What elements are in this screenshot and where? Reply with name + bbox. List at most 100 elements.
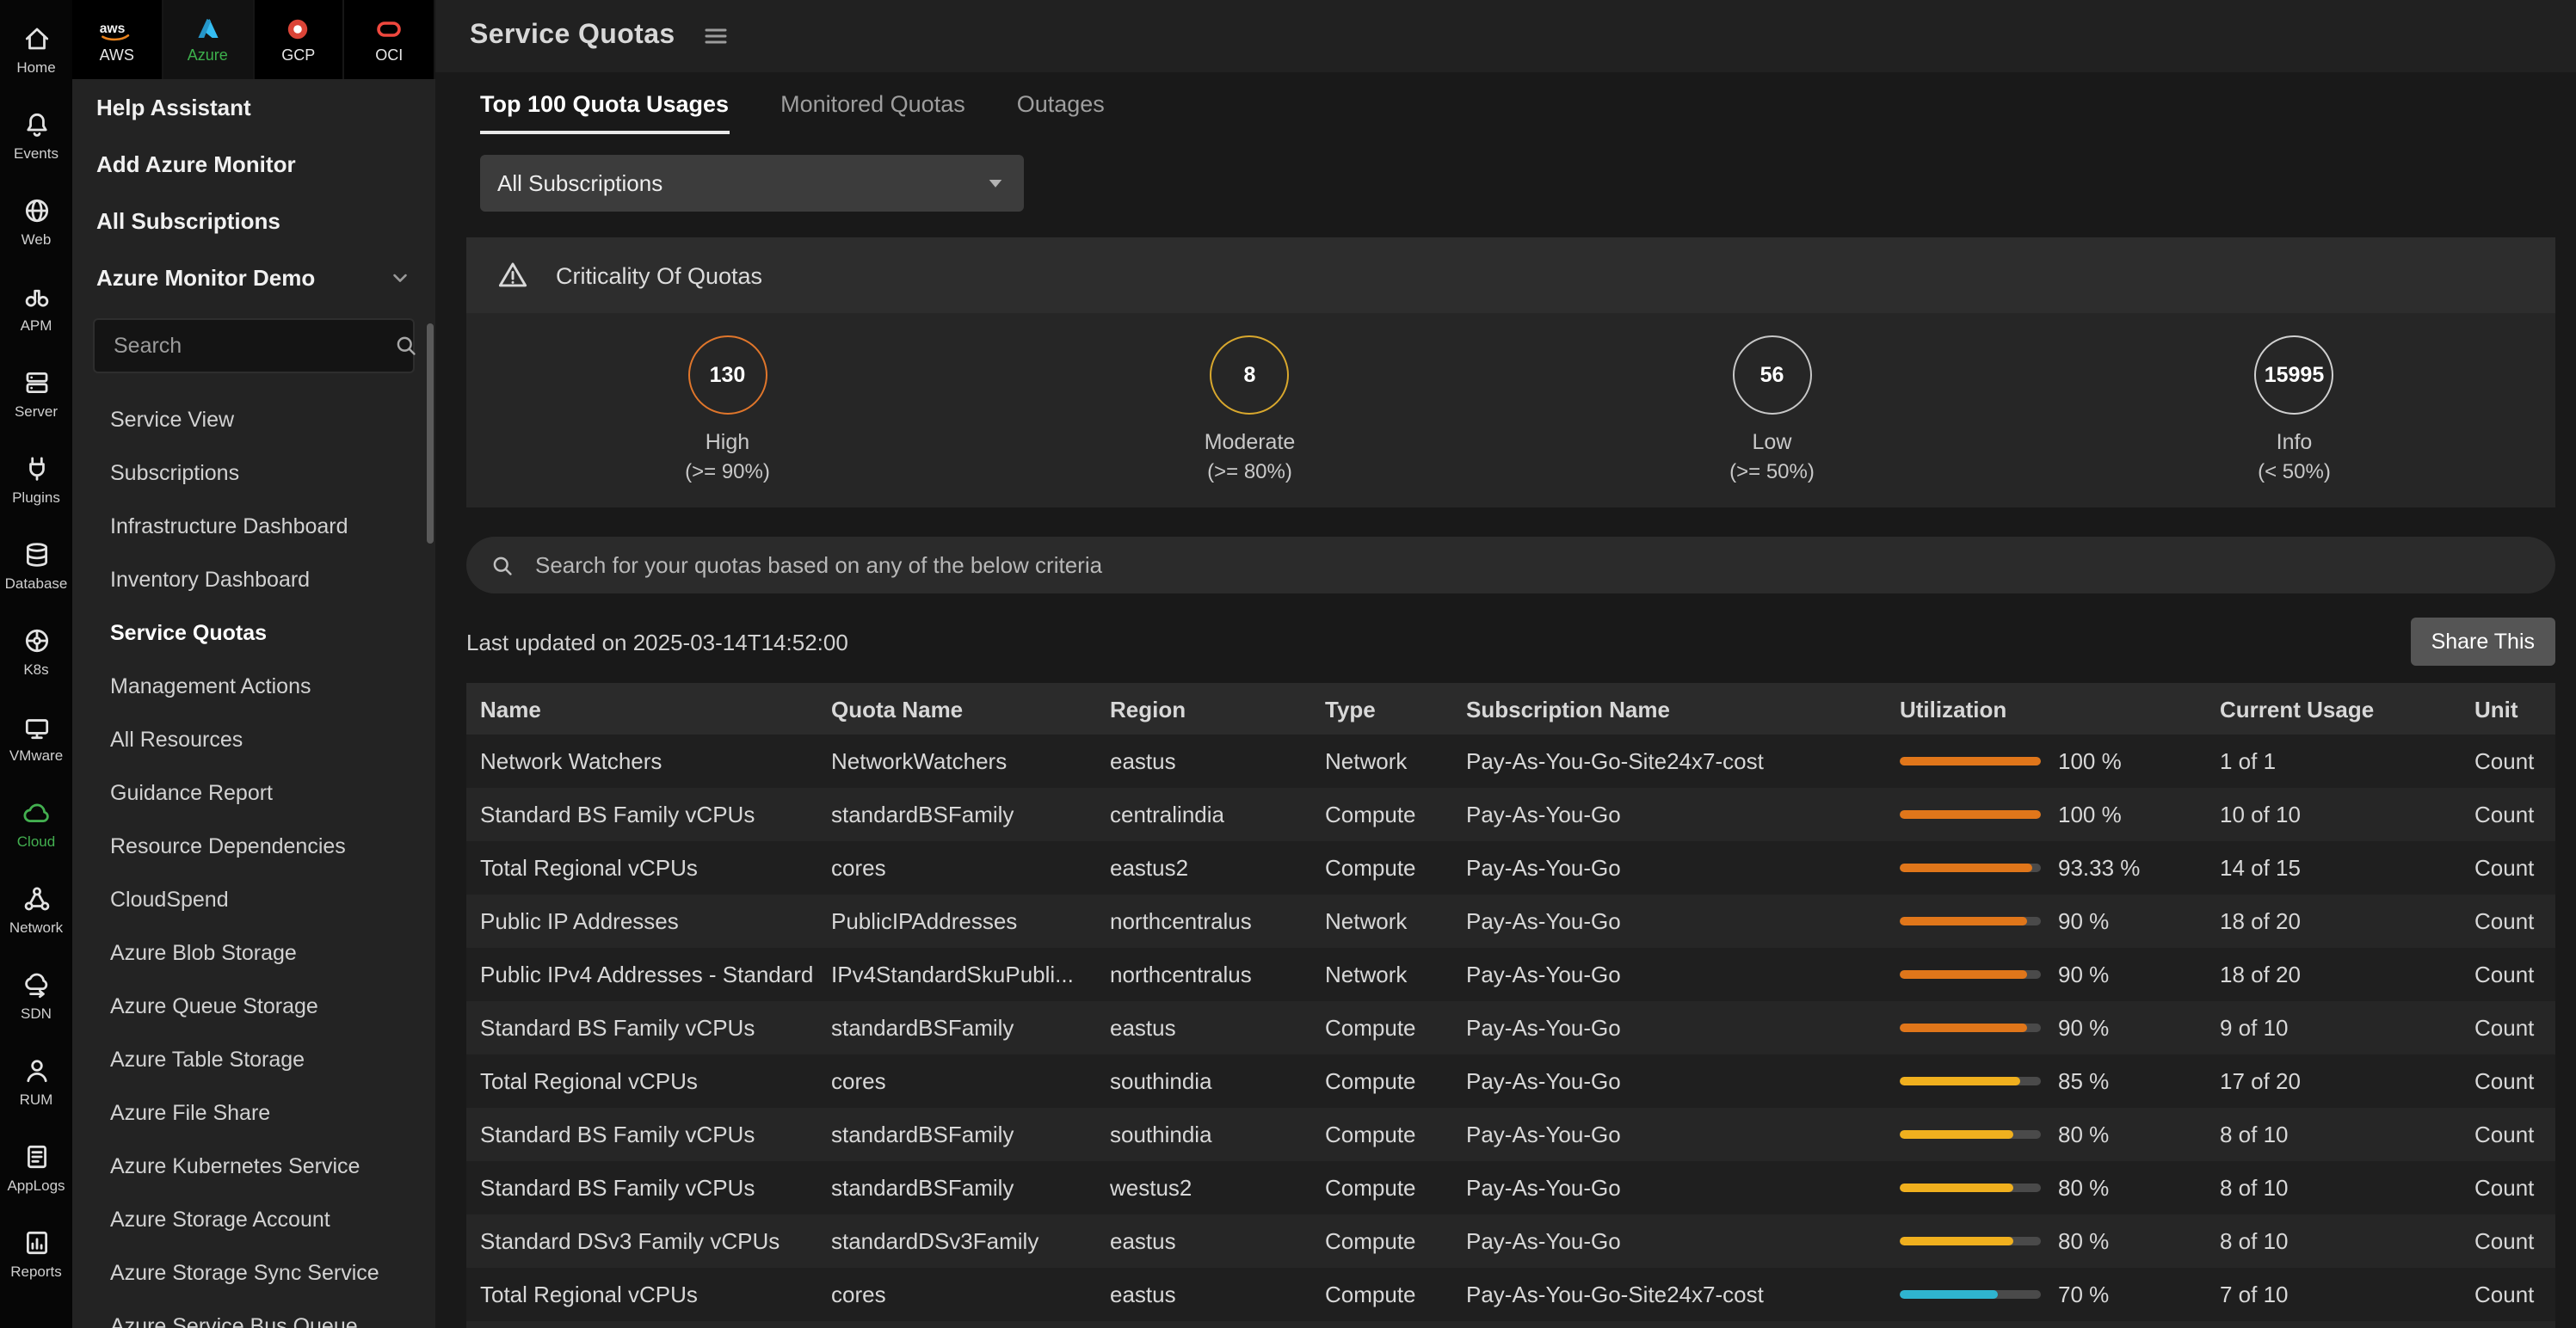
table-row[interactable]: Network WatchersNetworkWatcherseastusNet… xyxy=(466,735,2555,788)
column-header-utilization: Utilization xyxy=(1900,696,2220,722)
utilization-bar-fill xyxy=(1900,1290,1999,1299)
cell-utilization: 100 % xyxy=(1900,802,2220,827)
tab-top-100-quota-usages[interactable]: Top 100 Quota Usages xyxy=(480,91,729,134)
sidebar-item-azure-service-bus-queue[interactable]: Azure Service Bus Queue xyxy=(72,1299,435,1328)
cell-name: Public IPv4 Addresses - Standard xyxy=(466,962,831,987)
rail-item-reports[interactable]: Reports xyxy=(0,1211,72,1297)
sidebar-item-azure-blob-storage[interactable]: Azure Blob Storage xyxy=(72,925,435,979)
cell-unit: Count xyxy=(2474,1282,2555,1307)
table-row[interactable]: Public IP AddressesPublicIPAddressesnort… xyxy=(466,895,2555,948)
cell-quota-name: standardBSFamily xyxy=(831,1015,1110,1041)
cell-current-usage: 8 of 10 xyxy=(2220,1175,2474,1201)
table-row[interactable]: Standard BS Family vCPUsstandardBSFamily… xyxy=(466,1001,2555,1054)
sidebar-item-label: All Subscriptions xyxy=(96,208,280,234)
rail-item-home[interactable]: Home xyxy=(0,7,72,93)
table-row[interactable]: Total Regional vCPUscoreseastus2ComputeP… xyxy=(466,841,2555,895)
provider-tab-aws[interactable]: awsAWS xyxy=(72,0,163,79)
table-row[interactable]: Standard BS Family vCPUsstandardBSFamily… xyxy=(466,1108,2555,1161)
provider-tab-oci[interactable]: OCI xyxy=(345,0,436,79)
sidebar-item-subscriptions[interactable]: Subscriptions xyxy=(72,446,435,499)
cell-utilization: 100 % xyxy=(1900,748,2220,774)
rail-item-server[interactable]: Server xyxy=(0,351,72,437)
sidebar-item-management-actions[interactable]: Management Actions xyxy=(72,659,435,712)
sidebar-item-azure-file-share[interactable]: Azure File Share xyxy=(72,1085,435,1139)
sidebar-item-service-view[interactable]: Service View xyxy=(72,392,435,446)
cell-unit: Count xyxy=(2474,1175,2555,1201)
apm-icon xyxy=(22,282,51,311)
sidebar-search[interactable] xyxy=(93,318,415,373)
cell-quota-name: cores xyxy=(831,855,1110,881)
share-this-button[interactable]: Share This xyxy=(2411,618,2555,666)
table-row[interactable]: Standard BS Family vCPUsstandardBSFamily… xyxy=(466,1161,2555,1214)
rail-item-rum[interactable]: RUM xyxy=(0,1039,72,1125)
sidebar-item-azure-storage-sync-service[interactable]: Azure Storage Sync Service xyxy=(72,1245,435,1299)
tab-outages[interactable]: Outages xyxy=(1017,91,1105,134)
sidebar-item-resource-dependencies[interactable]: Resource Dependencies xyxy=(72,819,435,872)
sidebar-item-all-subscriptions[interactable]: All Subscriptions xyxy=(72,193,435,249)
sidebar-item-service-quotas[interactable]: Service Quotas xyxy=(72,606,435,659)
quota-search[interactable] xyxy=(466,537,2555,593)
rail-item-vmware[interactable]: VMware xyxy=(0,695,72,781)
provider-tab-azure[interactable]: Azure xyxy=(163,0,255,79)
rail-item-events[interactable]: Events xyxy=(0,93,72,179)
table-row[interactable]: Public IPv4 Addresses - StandardIPv4Stan… xyxy=(466,948,2555,1001)
rail-item-cloud[interactable]: Cloud xyxy=(0,781,72,867)
tab-monitored-quotas[interactable]: Monitored Quotas xyxy=(780,91,965,134)
column-header-type: Type xyxy=(1325,696,1466,722)
rail-item-label: Network xyxy=(9,919,63,936)
stat-label: High xyxy=(706,430,749,454)
sidebar-scrollbar[interactable] xyxy=(427,323,434,544)
table-row[interactable]: Total Regional vCPUscoreseastusComputePa… xyxy=(466,1268,2555,1321)
sidebar-item-cloudspend[interactable]: CloudSpend xyxy=(72,872,435,925)
sidebar-item-infrastructure-dashboard[interactable]: Infrastructure Dashboard xyxy=(72,499,435,552)
rail-item-label: APM xyxy=(21,317,52,334)
quota-search-input[interactable] xyxy=(532,550,2531,580)
cell-subscription-name: Pay-As-You-Go xyxy=(1466,908,1900,934)
cell-utilization: 85 % xyxy=(1900,1068,2220,1094)
rail-item-sdn[interactable]: SDN xyxy=(0,953,72,1039)
sidebar-item-help-assistant[interactable]: Help Assistant xyxy=(72,79,435,136)
cell-region: eastus xyxy=(1110,748,1325,774)
rail-item-plugins[interactable]: Plugins xyxy=(0,437,72,523)
utilization-value: 80 % xyxy=(2058,1175,2109,1201)
cell-utilization: 80 % xyxy=(1900,1122,2220,1147)
rail-item-database[interactable]: Database xyxy=(0,523,72,609)
utilization-bar xyxy=(1900,1290,2041,1299)
table-row[interactable]: Standard BS Family vCPUsstandardBSFamily… xyxy=(466,788,2555,841)
provider-tab-label: OCI xyxy=(375,46,403,64)
cell-subscription-name: Pay-As-You-Go xyxy=(1466,802,1900,827)
provider-tab-gcp[interactable]: GCP xyxy=(254,0,345,79)
cell-current-usage: 18 of 20 xyxy=(2220,908,2474,934)
cell-type: Compute xyxy=(1325,1228,1466,1254)
cell-type: Compute xyxy=(1325,1175,1466,1201)
rail-item-web[interactable]: Web xyxy=(0,179,72,265)
sidebar-search-input[interactable] xyxy=(110,332,394,360)
subscription-dropdown[interactable]: All Subscriptions xyxy=(480,155,1024,212)
criticality-stat-moderate: 8Moderate(>= 80%) xyxy=(1205,335,1296,483)
provider-tab-label: GCP xyxy=(281,46,315,64)
rail-item-label: Web xyxy=(22,231,52,248)
cell-subscription-name: Pay-As-You-Go xyxy=(1466,962,1900,987)
sidebar-item-add-azure-monitor[interactable]: Add Azure Monitor xyxy=(72,136,435,193)
quota-table: NameQuota NameRegionTypeSubscription Nam… xyxy=(466,683,2555,1328)
sidebar-item-azure-kubernetes-service[interactable]: Azure Kubernetes Service xyxy=(72,1139,435,1192)
sidebar-item-azure-table-storage[interactable]: Azure Table Storage xyxy=(72,1032,435,1085)
rail-item-network[interactable]: Network xyxy=(0,867,72,953)
cell-region: centralindia xyxy=(1110,802,1325,827)
sidebar-item-inventory-dashboard[interactable]: Inventory Dashboard xyxy=(72,552,435,606)
rail-item-apm[interactable]: APM xyxy=(0,265,72,351)
cell-type: Compute xyxy=(1325,802,1466,827)
cell-unit: Count xyxy=(2474,1228,2555,1254)
menu-icon[interactable] xyxy=(703,22,730,50)
sidebar-item-all-resources[interactable]: All Resources xyxy=(72,712,435,765)
sidebar-item-azure-storage-account[interactable]: Azure Storage Account xyxy=(72,1192,435,1245)
table-row[interactable]: Standard DSv3 Family vCPUsstandardDSv3Fa… xyxy=(466,1214,2555,1268)
sidebar-item-guidance-report[interactable]: Guidance Report xyxy=(72,765,435,819)
sidebar-item-azure-queue-storage[interactable]: Azure Queue Storage xyxy=(72,979,435,1032)
rail-item-applogs[interactable]: AppLogs xyxy=(0,1125,72,1211)
rail-item-k8s[interactable]: K8s xyxy=(0,609,72,695)
sidebar-account-selector[interactable]: Azure Monitor Demo xyxy=(72,249,435,306)
home-icon xyxy=(22,24,51,53)
table-row[interactable]: Total Regional vCPUscoressouthindiaCompu… xyxy=(466,1054,2555,1108)
stat-circle: 8 xyxy=(1211,335,1290,415)
